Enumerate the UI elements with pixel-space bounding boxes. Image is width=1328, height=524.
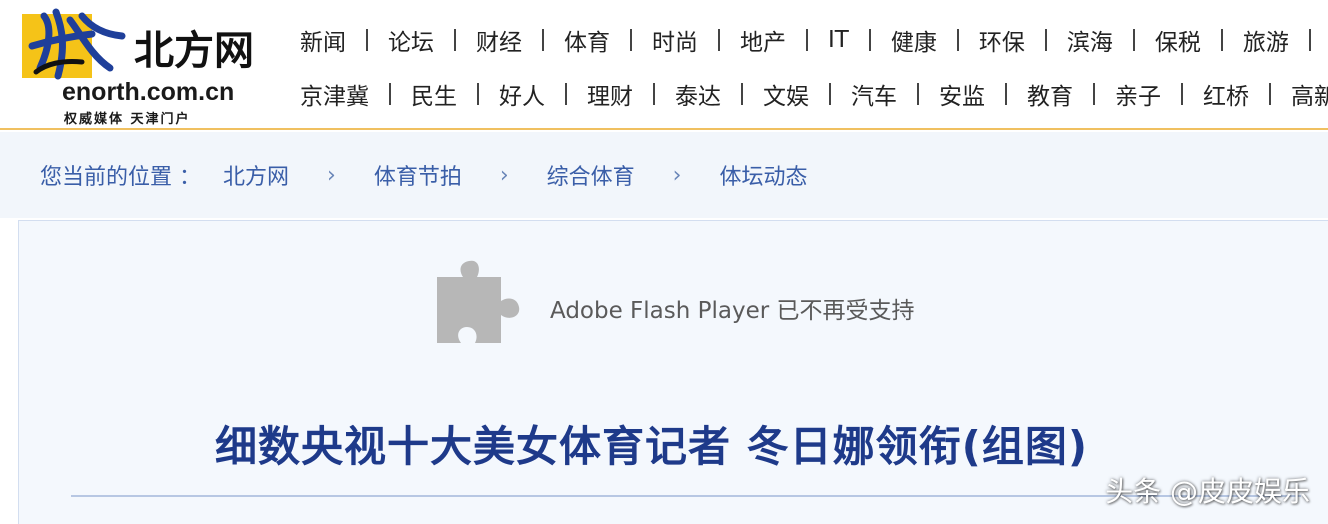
nav-divider bbox=[1044, 29, 1047, 51]
site-logo[interactable]: 北方网 enorth.com.cn 权威媒体 天津门户 bbox=[22, 6, 282, 127]
logo-mark-icon: 北方网 bbox=[22, 8, 254, 80]
breadcrumb-item-sports-beat[interactable]: 体育节拍 bbox=[374, 159, 462, 191]
nav-item-safety[interactable]: 安监 bbox=[939, 77, 985, 111]
breadcrumb-item-home[interactable]: 北方网 bbox=[223, 159, 289, 191]
nav-item-livelihood[interactable]: 民生 bbox=[411, 77, 457, 111]
nav-item-it[interactable]: IT bbox=[828, 27, 849, 53]
nav-item-parenting[interactable]: 亲子 bbox=[1115, 77, 1161, 111]
breadcrumb-item-sports-news[interactable]: 体坛动态 bbox=[719, 159, 807, 191]
nav-item-auto[interactable]: 汽车 bbox=[851, 77, 897, 111]
nav-divider bbox=[741, 83, 743, 105]
breadcrumb-chevron-icon: › bbox=[499, 162, 509, 188]
logo-slogan: 权威媒体 天津门户 bbox=[64, 112, 191, 127]
nav-item-environment[interactable]: 环保 bbox=[979, 23, 1025, 57]
nav-divider bbox=[477, 83, 479, 105]
nav-divider bbox=[389, 83, 391, 105]
nav-item-wealth[interactable]: 理财 bbox=[587, 77, 633, 111]
breadcrumb: 您当前的位置 ： 北方网 › 体育节拍 › 综合体育 › 体坛动态 bbox=[0, 132, 1328, 218]
nav-divider bbox=[956, 29, 959, 51]
secondary-nav: 京津冀 民生 好人 理财 泰达 文娱 汽车 安监 教育 亲子 红桥 高新 bbox=[300, 74, 1328, 114]
nav-divider bbox=[917, 83, 919, 105]
nav-item-binhai[interactable]: 滨海 bbox=[1067, 23, 1113, 57]
nav-item-hightech[interactable]: 高新 bbox=[1291, 77, 1328, 111]
nav-divider bbox=[653, 83, 655, 105]
nav-item-forum[interactable]: 论坛 bbox=[388, 23, 434, 57]
nav-divider bbox=[1220, 29, 1223, 51]
svg-text:北方网: 北方网 bbox=[134, 27, 254, 74]
nav-item-finance[interactable]: 财经 bbox=[476, 23, 522, 57]
nav-item-jingjinji[interactable]: 京津冀 bbox=[300, 77, 369, 111]
logo-domain: enorth.com.cn bbox=[62, 78, 235, 106]
nav-item-hongqiao[interactable]: 红桥 bbox=[1203, 77, 1249, 111]
nav-item-travel[interactable]: 旅游 bbox=[1243, 23, 1289, 57]
breadcrumb-chevron-icon: › bbox=[327, 162, 336, 188]
flash-unsupported-message: Adobe Flash Player 已不再受支持 bbox=[550, 298, 915, 324]
nav-item-realestate[interactable]: 地产 bbox=[740, 23, 786, 57]
nav-item-fashion[interactable]: 时尚 bbox=[652, 23, 698, 57]
nav-item-entertainment[interactable]: 文娱 bbox=[763, 77, 809, 111]
flash-plugin-placeholder[interactable]: Adobe Flash Player 已不再受支持 bbox=[435, 259, 955, 349]
puzzle-piece-icon bbox=[437, 260, 520, 343]
nav-item-education[interactable]: 教育 bbox=[1027, 77, 1073, 111]
nav-divider bbox=[718, 29, 720, 51]
nav-divider bbox=[1005, 83, 1007, 105]
nav-item-health[interactable]: 健康 bbox=[891, 23, 937, 57]
nav-divider bbox=[542, 29, 544, 51]
nav-divider bbox=[366, 29, 368, 51]
nav-divider bbox=[829, 83, 831, 105]
watermark: 头条 @皮皮娱乐 bbox=[1105, 475, 1310, 508]
article-title: 细数央视十大美女体育记者 冬日娜领衔(组图) bbox=[215, 422, 1089, 471]
nav-item-bonded[interactable]: 保税 bbox=[1155, 23, 1201, 57]
nav-divider bbox=[1308, 29, 1311, 51]
nav-divider bbox=[1181, 83, 1183, 105]
nav-divider bbox=[565, 83, 567, 105]
nav-item-teda[interactable]: 泰达 bbox=[675, 77, 721, 111]
breadcrumb-item-general-sports[interactable]: 综合体育 bbox=[547, 159, 635, 191]
nav-divider bbox=[806, 29, 808, 51]
nav-divider bbox=[1269, 83, 1271, 105]
nav-item-sports[interactable]: 体育 bbox=[564, 23, 610, 57]
nav-divider bbox=[868, 29, 871, 51]
breadcrumb-prefix: 您当前的位置 ： bbox=[40, 165, 201, 190]
page: 北方网 enorth.com.cn 权威媒体 天津门户 新闻 论坛 财经 体育 … bbox=[0, 0, 1328, 524]
breadcrumb-chevron-icon: › bbox=[672, 162, 682, 188]
nav-divider bbox=[1093, 83, 1095, 105]
primary-nav: 新闻 论坛 财经 体育 时尚 地产 IT 健康 环保 滨海 保税 旅游 天视 bbox=[300, 20, 1328, 60]
nav-divider bbox=[454, 29, 456, 51]
nav-divider bbox=[1132, 29, 1135, 51]
nav-item-goodpeople[interactable]: 好人 bbox=[499, 77, 545, 111]
nav-divider bbox=[630, 29, 632, 51]
site-header: 北方网 enorth.com.cn 权威媒体 天津门户 新闻 论坛 财经 体育 … bbox=[0, 0, 1328, 130]
nav-item-news[interactable]: 新闻 bbox=[300, 23, 346, 57]
